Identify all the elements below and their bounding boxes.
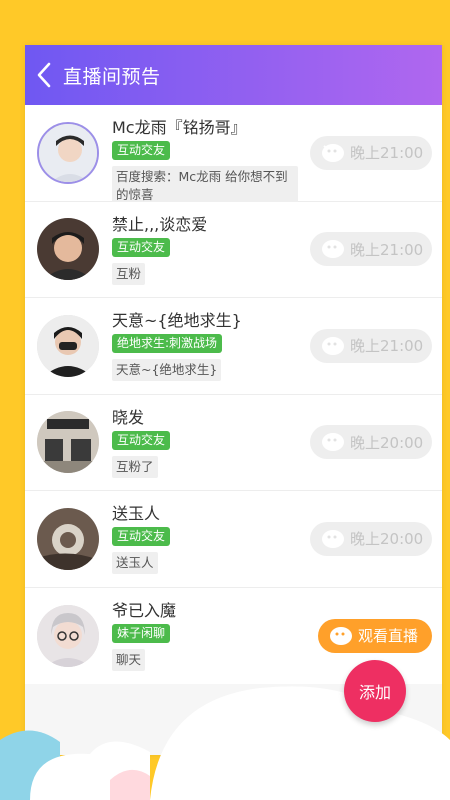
- back-button[interactable]: [27, 45, 61, 105]
- description: 互粉了: [112, 455, 158, 478]
- header-bar: 直播间预告: [25, 45, 442, 105]
- avatar: [37, 121, 99, 184]
- schedule-time: 晚上21:00: [350, 240, 424, 259]
- category-tag: 互动交友: [112, 237, 171, 257]
- list-item[interactable]: Mc龙雨『铭扬哥』 互动交友 百度搜索：Mc龙雨 给你想不到的惊喜 晚上21:0…: [25, 105, 442, 206]
- chevron-left-icon: [37, 62, 51, 88]
- add-button[interactable]: 添加: [344, 660, 406, 722]
- schedule-time-button[interactable]: 晚上20:00: [310, 521, 432, 556]
- category-tag: 互动交友: [112, 430, 171, 450]
- streamer-name: Mc龙雨『铭扬哥』: [112, 118, 247, 137]
- schedule-time: 晚上21:00: [350, 337, 424, 356]
- list-item[interactable]: 天意~{绝地求生} 绝地求生:刺激战场 天意~{绝地求生} 晚上21:00: [25, 298, 442, 395]
- description: 送玉人: [112, 552, 158, 574]
- streamer-name: 送玉人: [112, 504, 161, 523]
- schedule-time-button[interactable]: 晚上21:00: [310, 232, 432, 267]
- description: 互粉: [112, 262, 146, 285]
- page-title: 直播间预告: [63, 65, 161, 88]
- schedule-time-button[interactable]: 晚上21:00: [310, 135, 432, 170]
- avatar: [37, 314, 99, 377]
- live-bubble-icon: [320, 431, 346, 453]
- schedule-time-button[interactable]: 晚上20:00: [310, 425, 432, 460]
- live-bubble-icon: [320, 335, 346, 357]
- live-bubble-icon: [328, 625, 354, 647]
- avatar: [37, 604, 99, 667]
- live-bubble-icon: [320, 142, 346, 164]
- description: 聊天: [112, 648, 146, 671]
- streamer-name: 爷已入魔: [112, 600, 177, 620]
- app-screen: 直播间预告 Mc龙雨『铭扬哥』 互动交友 百度搜索：Mc龙雨 给你想不到的惊喜 …: [0, 0, 450, 800]
- list-item[interactable]: 禁止,,,谈恋爱 互动交友 互粉 晚上21:00: [25, 201, 442, 298]
- streamer-name: 禁止,,,谈恋爱: [112, 214, 208, 234]
- live-preview-panel: 直播间预告 Mc龙雨『铭扬哥』 互动交友 百度搜索：Mc龙雨 给你想不到的惊喜 …: [25, 45, 442, 755]
- schedule-time-button[interactable]: 晚上21:00: [310, 328, 432, 363]
- watch-live-button[interactable]: 观看直播: [318, 618, 432, 653]
- live-schedule-list: Mc龙雨『铭扬哥』 互动交友 百度搜索：Mc龙雨 给你想不到的惊喜 晚上21:0…: [25, 105, 442, 684]
- category-tag: 妹子闲聊: [112, 623, 171, 643]
- schedule-time: 晚上20:00: [350, 530, 424, 549]
- schedule-time: 晚上20:00: [350, 433, 424, 452]
- live-bubble-icon: [320, 528, 346, 550]
- avatar: [37, 218, 99, 281]
- avatar: [37, 507, 99, 570]
- list-item[interactable]: 送玉人 互动交友 送玉人 晚上20:00: [25, 491, 442, 588]
- streamer-name: 天意~{绝地求生}: [112, 311, 242, 330]
- schedule-time: 晚上21:00: [350, 144, 424, 163]
- category-tag: 互动交友: [112, 141, 171, 160]
- description: 天意~{绝地求生}: [112, 359, 222, 381]
- watch-live-label: 观看直播: [358, 627, 419, 645]
- description: 百度搜索：Mc龙雨 给你想不到的惊喜: [112, 166, 298, 206]
- list-item[interactable]: 晓发 互动交友 互粉了 晚上20:00: [25, 394, 442, 491]
- category-tag: 互动交友: [112, 527, 171, 546]
- category-tag: 绝地求生:刺激战场: [112, 334, 223, 353]
- live-bubble-icon: [320, 238, 346, 260]
- avatar: [37, 411, 99, 474]
- streamer-name: 晓发: [112, 407, 145, 427]
